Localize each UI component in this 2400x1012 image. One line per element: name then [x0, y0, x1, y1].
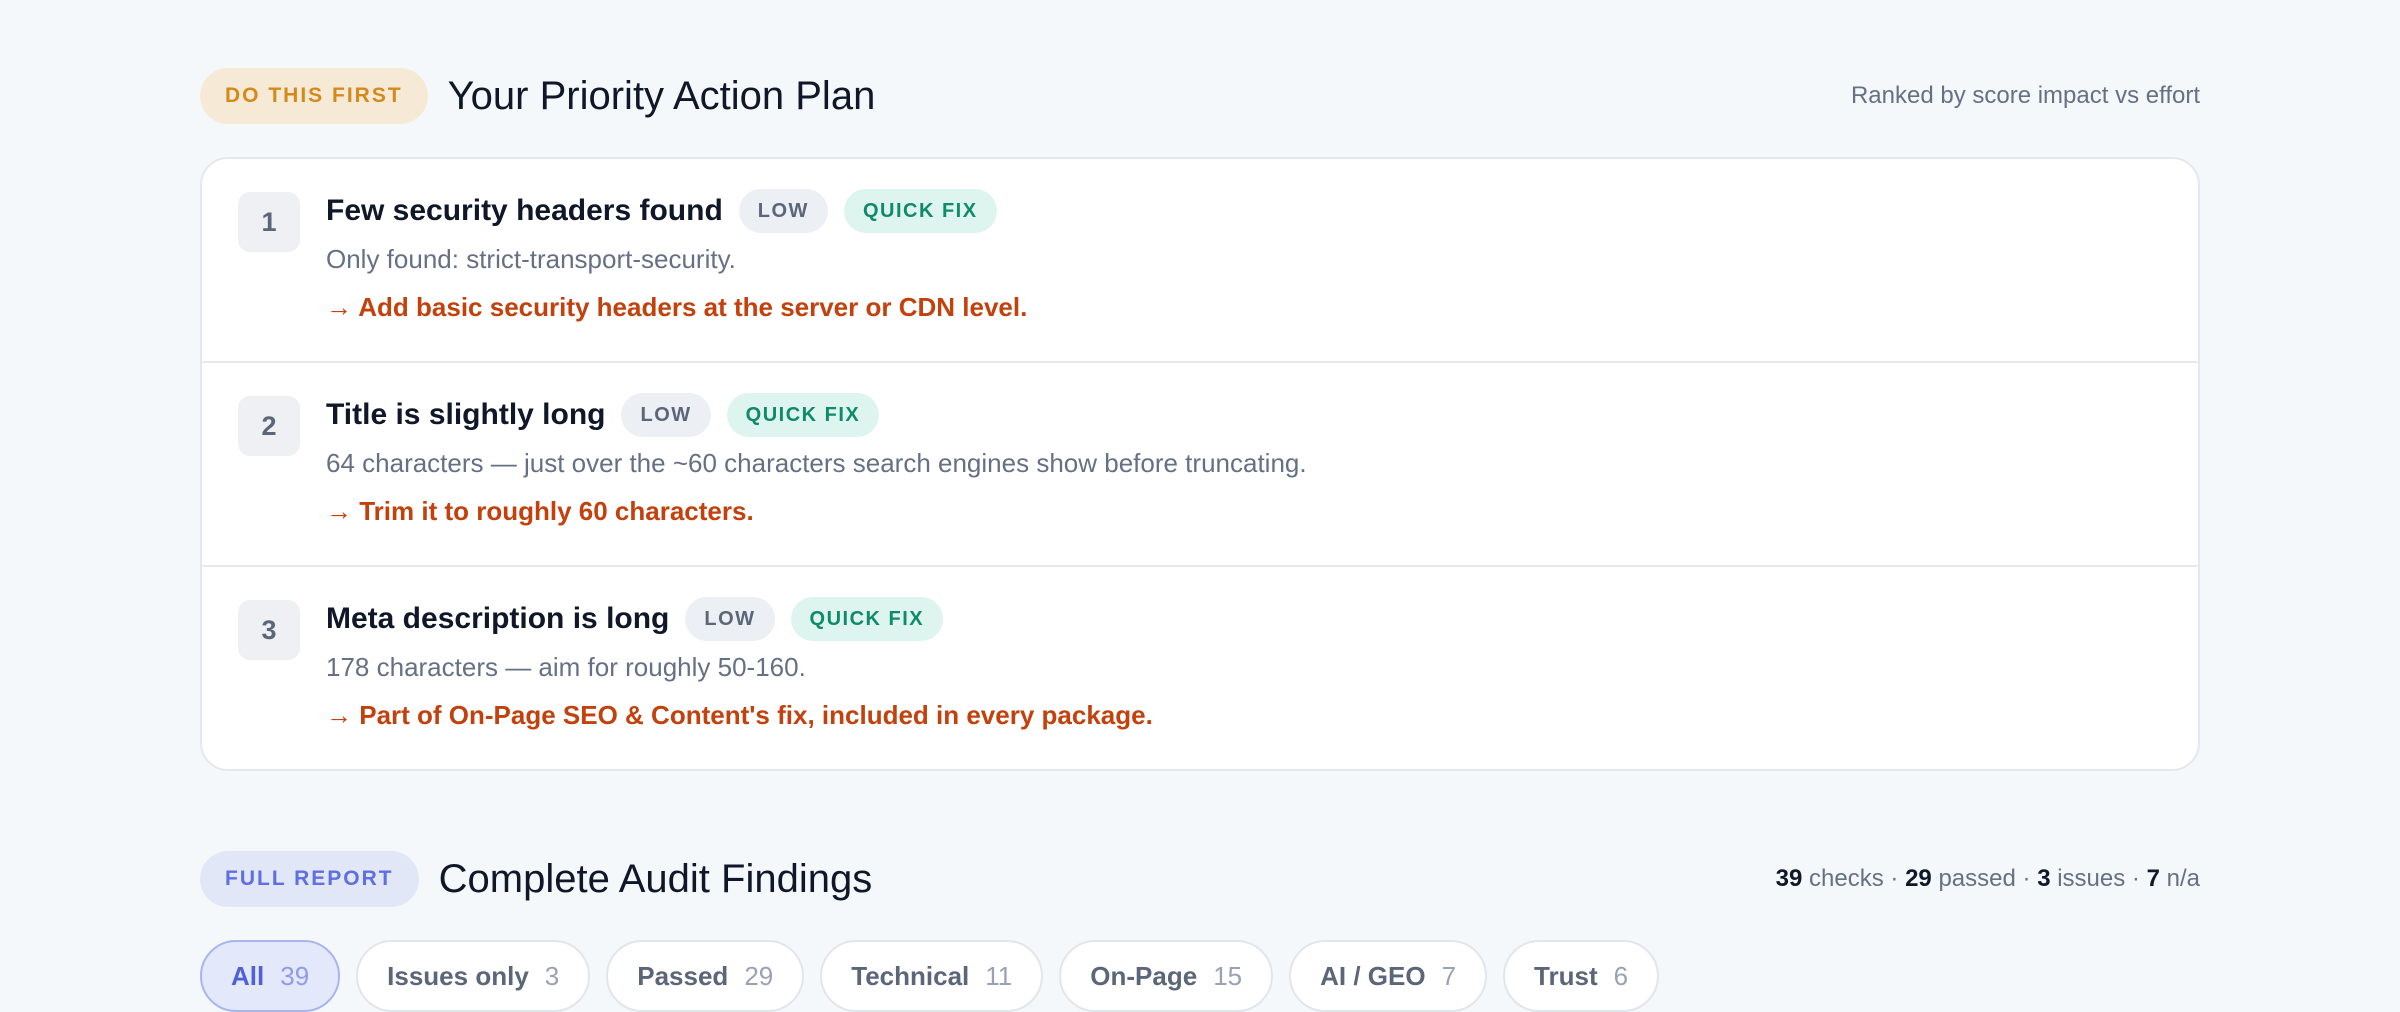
action-description: 178 characters — aim for roughly 50-160. [326, 652, 806, 682]
report-header: FULL REPORT Complete Audit Findings 39 c… [200, 850, 2200, 908]
filter-count: 15 [1213, 960, 1243, 991]
filter-label: Technical [851, 960, 970, 991]
filter-count: 29 [744, 960, 774, 991]
action-description: Only found: strict-transport-security. [326, 244, 736, 274]
severity-badge: LOW [685, 597, 775, 641]
passed-label: passed [1938, 865, 2016, 892]
action-recommendation: → Trim it to roughly 60 characters. [326, 496, 754, 526]
severity-badge: LOW [621, 393, 711, 437]
filter-technical[interactable]: Technical 11 [820, 940, 1044, 1012]
filter-count: 6 [1613, 960, 1629, 991]
summary-separator: · [2131, 865, 2140, 892]
filter-on-page[interactable]: On-Page 15 [1059, 940, 1274, 1012]
effort-badge: QUICK FIX [790, 597, 944, 641]
filter-label: AI / GEO [1320, 960, 1426, 991]
priority-action-card: 1 Few security headers found LOW QUICK F… [200, 157, 2200, 771]
effort-badge: QUICK FIX [726, 393, 880, 437]
severity-badge: LOW [738, 189, 828, 233]
filter-label: All [231, 960, 265, 991]
summary-separator: · [2022, 865, 2031, 892]
finding-filters: All 39 Issues only 3 Passed 29 Technical… [200, 940, 1660, 1012]
filter-count: 3 [544, 960, 560, 991]
action-recommendation: → Part of On-Page SEO & Content's fix, i… [326, 700, 1153, 730]
na-count: 7 [2146, 865, 2160, 892]
filter-count: 7 [1441, 960, 1457, 991]
priority-ranking-note: Ranked by score impact vs effort [1850, 82, 2200, 109]
action-description: 64 characters — just over the ~60 charac… [326, 448, 1307, 478]
issues-label: issues [2057, 865, 2126, 892]
action-item[interactable]: 1 Few security headers found LOW QUICK F… [202, 159, 2198, 363]
action-item[interactable]: 3 Meta description is long LOW QUICK FIX… [202, 567, 2198, 769]
summary-separator: · [1890, 865, 1899, 892]
filter-count: 39 [280, 960, 310, 991]
priority-header: DO THIS FIRST Your Priority Action Plan … [200, 67, 2200, 125]
checks-count: 39 [1775, 865, 1803, 892]
action-number: 2 [238, 396, 300, 456]
audit-summary: 39 checks · 29 passed · 3 issues · 7 n/a [1776, 865, 2200, 893]
filter-label: On-Page [1090, 960, 1198, 991]
action-title: Meta description is long [326, 602, 670, 635]
full-report-tag: FULL REPORT [200, 851, 419, 907]
filter-label: Trust [1534, 960, 1598, 991]
action-title: Title is slightly long [326, 398, 606, 431]
filter-issues-only[interactable]: Issues only 3 [356, 940, 591, 1012]
action-number: 1 [238, 192, 300, 252]
filter-all[interactable]: All 39 [200, 940, 341, 1012]
na-label: n/a [2166, 865, 2200, 892]
action-title: Few security headers found [326, 194, 723, 227]
filter-trust[interactable]: Trust 6 [1503, 940, 1660, 1012]
issues-count: 3 [2037, 865, 2051, 892]
filter-count: 11 [985, 960, 1013, 991]
passed-count: 29 [1905, 865, 1932, 892]
report-title: Complete Audit Findings [438, 856, 873, 901]
priority-title: Your Priority Action Plan [447, 73, 876, 118]
checks-label: checks [1809, 865, 1884, 892]
action-recommendation: → Add basic security headers at the serv… [326, 292, 1028, 322]
action-item[interactable]: 2 Title is slightly long LOW QUICK FIX 6… [202, 363, 2198, 567]
filter-label: Issues only [387, 960, 529, 991]
effort-badge: QUICK FIX [843, 189, 997, 233]
filter-ai-geo[interactable]: AI / GEO 7 [1289, 940, 1488, 1012]
action-number: 3 [238, 600, 300, 660]
do-this-first-tag: DO THIS FIRST [200, 68, 428, 124]
filter-passed[interactable]: Passed 29 [606, 940, 805, 1012]
filter-label: Passed [637, 960, 729, 991]
